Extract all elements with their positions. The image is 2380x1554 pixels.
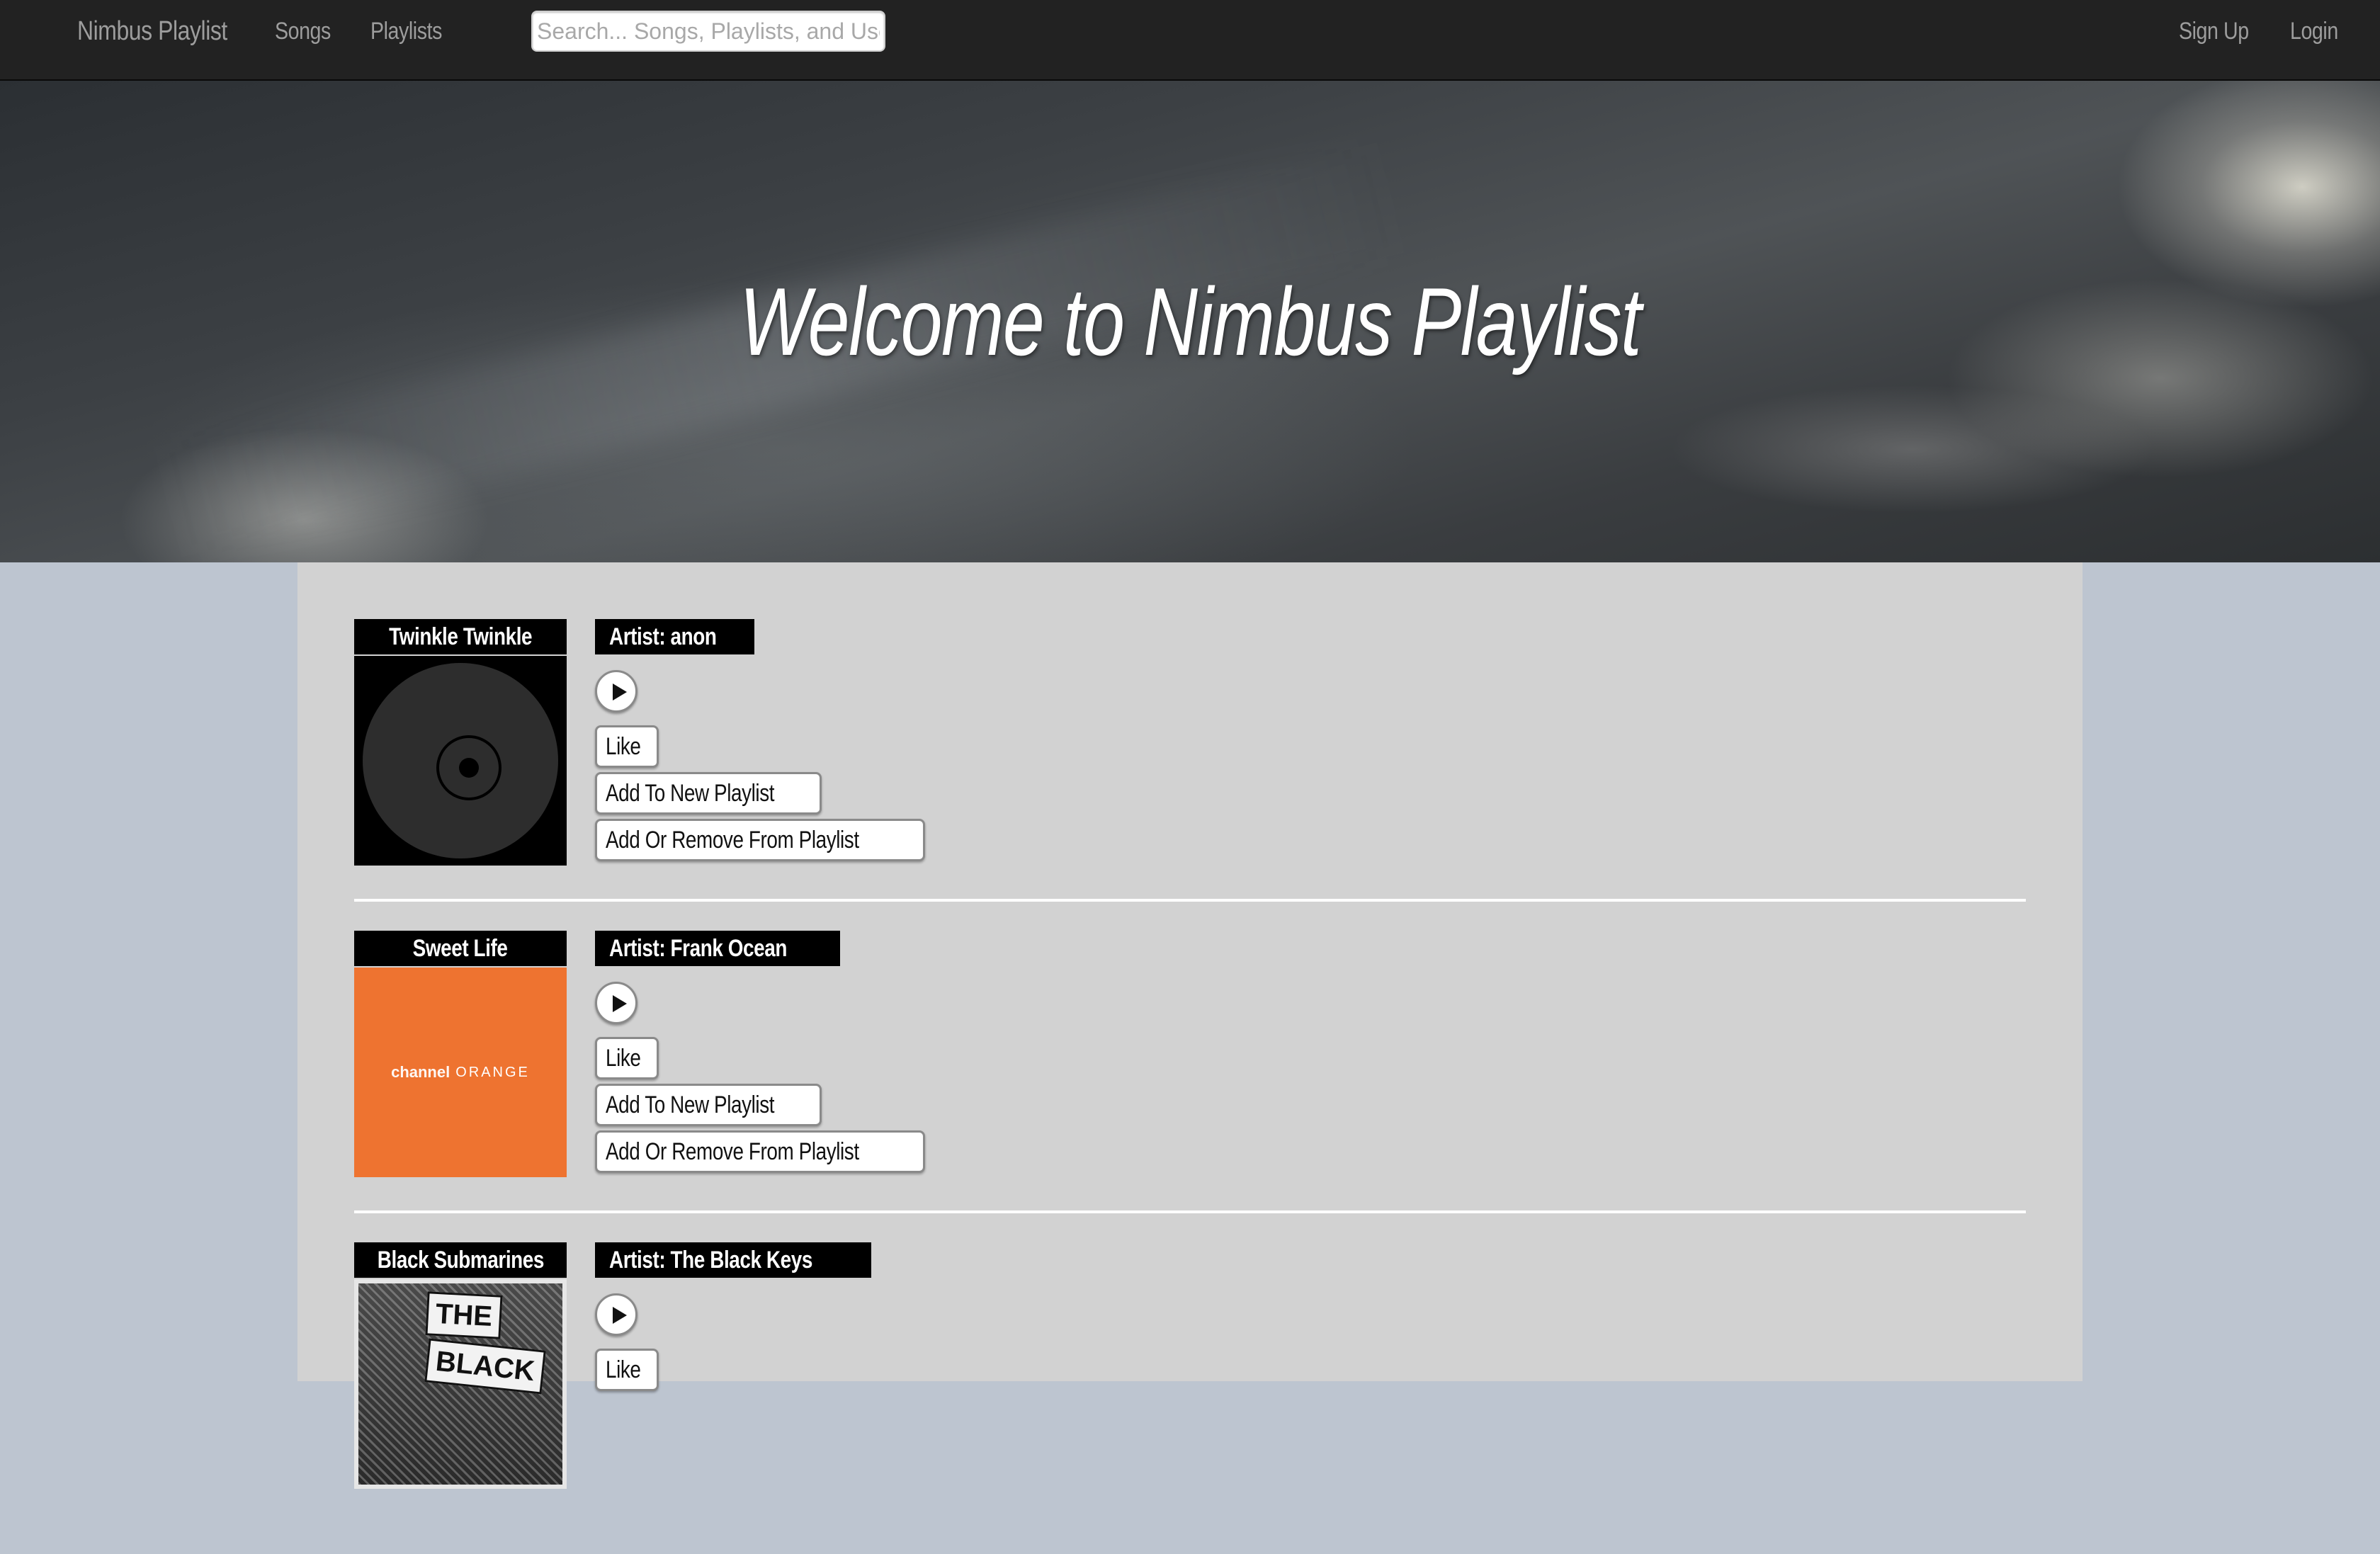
song-item: Twinkle Twinkle Artist: anon Like Add To… bbox=[354, 619, 2026, 931]
album-cover: THE BLACK bbox=[354, 1279, 567, 1489]
like-button[interactable]: Like bbox=[595, 725, 659, 768]
song-item: Sweet Life channel ORANGE Artist: Frank … bbox=[354, 931, 2026, 1242]
artist-label: Artist: Frank Ocean bbox=[595, 931, 841, 966]
song-title-text: Sweet Life bbox=[413, 935, 508, 962]
add-remove-playlist-label: Add Or Remove From Playlist bbox=[606, 827, 859, 853]
add-to-new-playlist-button[interactable]: Add To New Playlist bbox=[595, 1084, 822, 1126]
like-button-label: Like bbox=[606, 733, 641, 760]
play-button[interactable] bbox=[595, 670, 638, 713]
album-cover-text-light: ORANGE bbox=[455, 1064, 530, 1080]
song-title: Sweet Life bbox=[354, 931, 567, 966]
like-button-label: Like bbox=[606, 1045, 641, 1072]
vinyl-hole bbox=[459, 758, 479, 778]
song-item: Black Submarines THE BLACK Artist: The B… bbox=[354, 1242, 2026, 1554]
hero-title: Welcome to Nimbus Playlist bbox=[739, 268, 1642, 375]
album-cover-text-bold: channel bbox=[391, 1063, 450, 1081]
song-title: Twinkle Twinkle bbox=[354, 619, 567, 654]
play-button[interactable] bbox=[595, 1293, 638, 1336]
artist-label: Artist: anon bbox=[595, 619, 754, 654]
add-remove-playlist-label: Add Or Remove From Playlist bbox=[606, 1138, 859, 1165]
like-button[interactable]: Like bbox=[595, 1349, 659, 1391]
add-remove-playlist-button[interactable]: Add Or Remove From Playlist bbox=[595, 819, 926, 861]
song-title-text: Twinkle Twinkle bbox=[389, 623, 532, 650]
album-cover-text: channel ORANGE bbox=[354, 968, 567, 1177]
artist-label: Artist: The Black Keys bbox=[595, 1242, 871, 1278]
add-to-new-playlist-button[interactable]: Add To New Playlist bbox=[595, 772, 822, 815]
artist-name: Artist: Frank Ocean bbox=[609, 935, 787, 962]
artist-name: Artist: The Black Keys bbox=[609, 1247, 812, 1274]
vinyl-record-icon bbox=[363, 663, 558, 858]
nav-songs-link[interactable]: Songs bbox=[275, 0, 331, 62]
song-divider bbox=[354, 1210, 2026, 1213]
signup-link[interactable]: Sign Up bbox=[2179, 0, 2249, 62]
like-button-label: Like bbox=[606, 1356, 641, 1383]
nav-playlists-link[interactable]: Playlists bbox=[370, 0, 442, 62]
album-cover bbox=[354, 656, 567, 866]
hero-banner: Welcome to Nimbus Playlist bbox=[0, 81, 2380, 562]
brand-link[interactable]: Nimbus Playlist bbox=[77, 0, 227, 62]
add-remove-playlist-button[interactable]: Add Or Remove From Playlist bbox=[595, 1130, 926, 1173]
artist-name: Artist: anon bbox=[609, 623, 717, 650]
add-to-new-playlist-label: Add To New Playlist bbox=[606, 780, 775, 807]
add-to-new-playlist-label: Add To New Playlist bbox=[606, 1091, 775, 1118]
song-list: Twinkle Twinkle Artist: anon Like Add To… bbox=[298, 562, 2082, 1489]
navbar: Nimbus Playlist Songs Playlists Sign Up … bbox=[0, 0, 2380, 81]
song-title: Black Submarines bbox=[354, 1242, 567, 1278]
play-button[interactable] bbox=[595, 982, 638, 1024]
song-divider bbox=[354, 899, 2026, 902]
song-title-text: Black Submarines bbox=[377, 1247, 544, 1274]
search-input[interactable] bbox=[531, 11, 885, 52]
login-link[interactable]: Login bbox=[2290, 0, 2338, 62]
album-cover: channel ORANGE bbox=[354, 968, 567, 1177]
album-cover-text: THE bbox=[425, 1291, 503, 1339]
like-button[interactable]: Like bbox=[595, 1037, 659, 1079]
